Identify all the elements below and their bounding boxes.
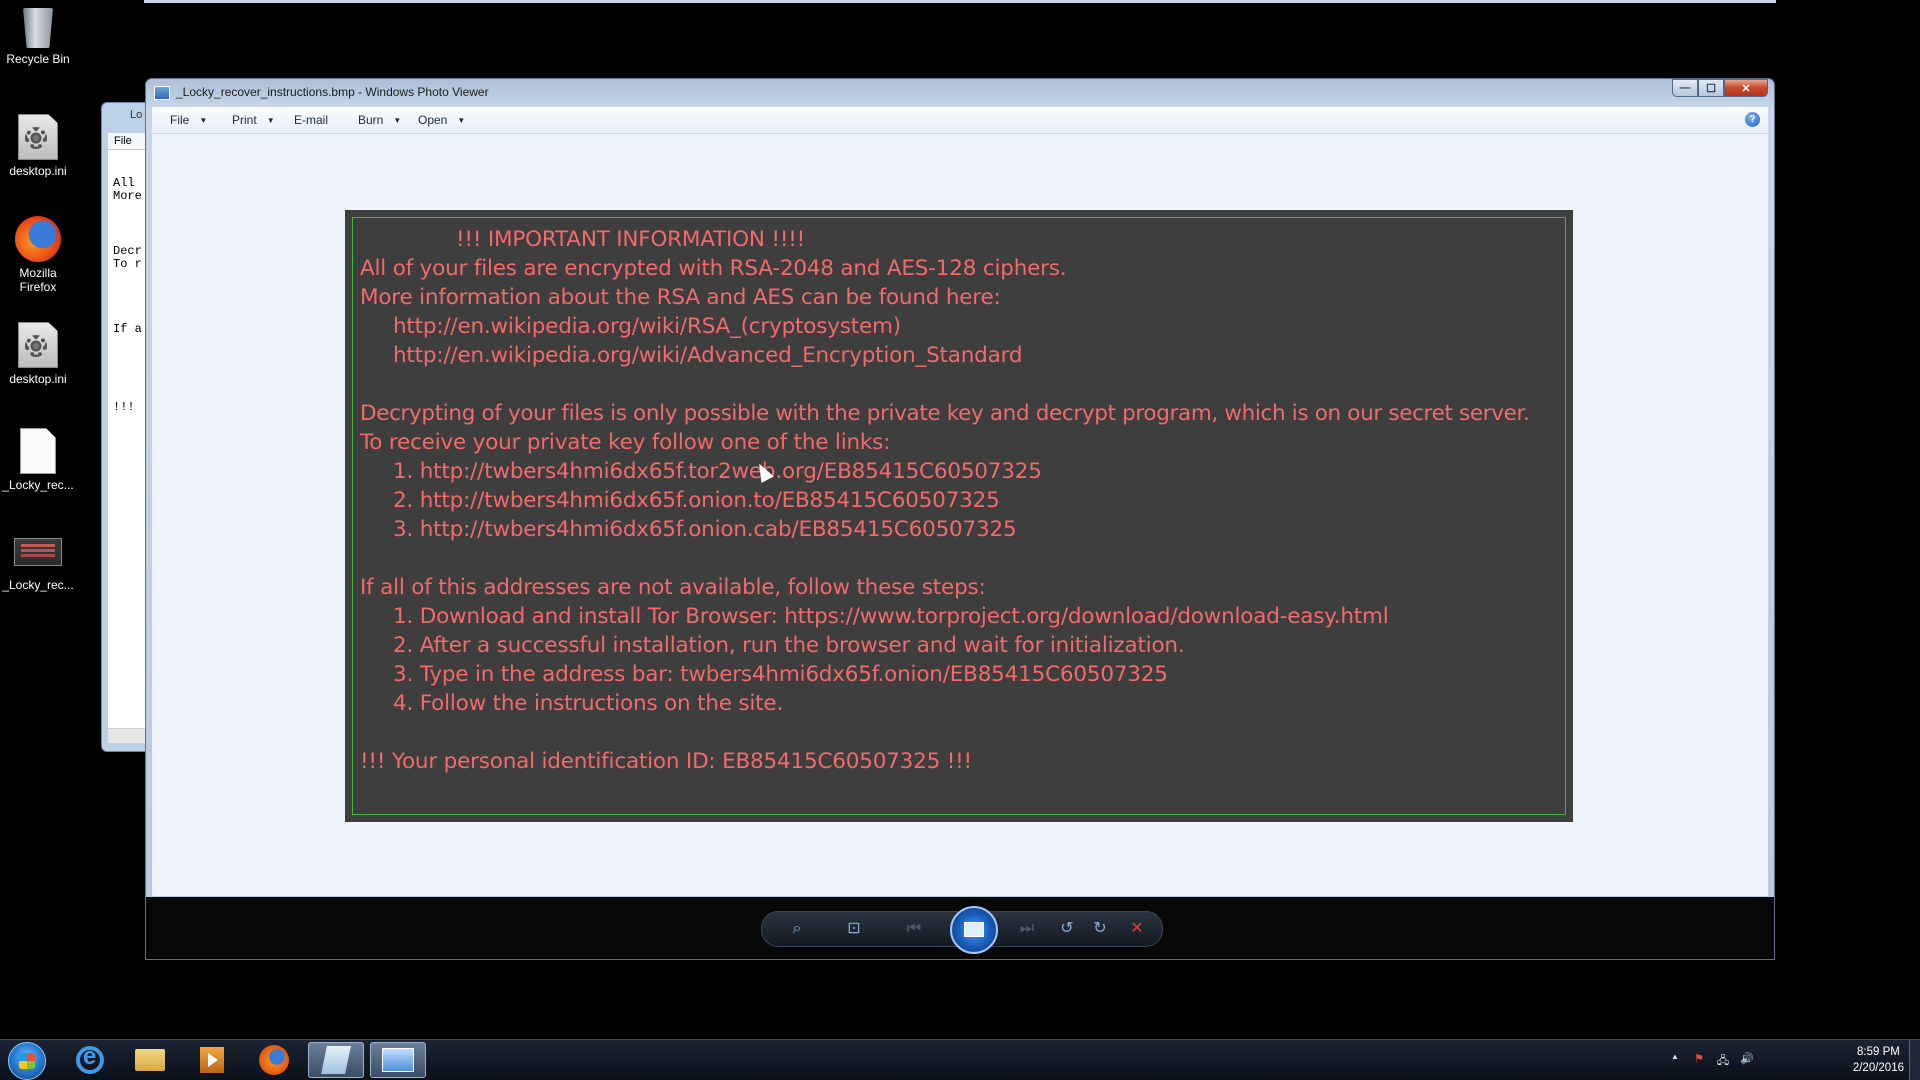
caption-buttons: — ☐ ✕ bbox=[1672, 79, 1768, 97]
menu-open-label: Open bbox=[418, 113, 448, 127]
previous-icon[interactable]: ⏮ bbox=[894, 920, 934, 938]
slideshow-button[interactable] bbox=[950, 906, 998, 954]
viewer-controls: ⌕ ⊡ ⏮ ⏭ ↺ ↻ ✕ bbox=[761, 906, 1163, 954]
settings-file-icon bbox=[18, 114, 58, 160]
minimize-button[interactable]: — bbox=[1672, 79, 1698, 97]
text-file-icon bbox=[20, 428, 56, 474]
ransom-footer-id: !!! Your personal identification ID: EB8… bbox=[360, 749, 972, 774]
desktop-icon-label: desktop.ini bbox=[9, 164, 67, 178]
ransom-step: 2. After a successful installation, run … bbox=[393, 633, 1185, 658]
ransom-text-line: More information about the RSA and AES c… bbox=[360, 285, 1001, 310]
maximize-button[interactable]: ☐ bbox=[1698, 79, 1724, 97]
ransom-link: 3. http://twbers4hmi6dx65f.onion.cab/EB8… bbox=[393, 517, 1017, 542]
notepad-line: To r bbox=[113, 257, 142, 271]
chevron-down-icon: ▼ bbox=[199, 116, 208, 125]
desktop-icon-label: _Locky_rec... bbox=[2, 578, 74, 592]
ransom-link: 1. http://twbers4hmi6dx65f.tor2web.org/E… bbox=[393, 459, 1042, 484]
ransom-step: 4. Follow the instructions on the site. bbox=[393, 691, 784, 716]
chevron-down-icon: ▼ bbox=[393, 116, 402, 125]
notepad-line: More bbox=[113, 189, 142, 203]
firefox-icon bbox=[15, 216, 61, 262]
recycle-bin-icon bbox=[23, 8, 53, 48]
window-title: _Locky_recover_instructions.bmp - Window… bbox=[176, 85, 489, 99]
notepad-icon bbox=[321, 1046, 351, 1074]
chevron-down-icon: ▼ bbox=[266, 116, 275, 125]
action-center-flag-icon[interactable]: ⚑ bbox=[1692, 1052, 1706, 1066]
folder-icon bbox=[135, 1049, 165, 1071]
ransom-link: http://en.wikipedia.org/wiki/Advanced_En… bbox=[393, 343, 1023, 368]
show-hidden-icons-icon[interactable]: ▲ bbox=[1668, 1052, 1682, 1066]
menu-email[interactable]: E-mail bbox=[294, 113, 328, 127]
desktop-icon-recycle-bin[interactable]: Recycle Bin bbox=[0, 8, 76, 66]
clock-date: 2/20/2016 bbox=[1852, 1062, 1904, 1074]
notepad-line: !!! bbox=[113, 400, 135, 414]
zoom-icon[interactable]: ⌕ bbox=[782, 920, 812, 938]
desktop-icon-label: Recycle Bin bbox=[6, 52, 70, 66]
taskbar: ▲ ⚑ 🖧 🔊 8:59 PM 2/20/2016 bbox=[0, 1039, 1920, 1080]
image-file-icon bbox=[14, 538, 62, 566]
desktop-icon-label: desktop.ini bbox=[9, 372, 67, 386]
menu-email-label: E-mail bbox=[294, 113, 329, 127]
ransom-heading: !!! IMPORTANT INFORMATION !!!! bbox=[456, 227, 806, 252]
system-tray: ▲ ⚑ 🖧 🔊 8:59 PM 2/20/2016 bbox=[1660, 1040, 1920, 1080]
menu-bar: File ▼ Print ▼ E-mail Burn ▼ Open ▼ ? bbox=[152, 107, 1768, 134]
ransom-text-line: Decrypting of your files is only possibl… bbox=[360, 401, 1530, 426]
ransom-text-line: All of your files are encrypted with RSA… bbox=[360, 256, 1067, 281]
ransom-link: http://en.wikipedia.org/wiki/RSA_(crypto… bbox=[393, 314, 901, 339]
ransom-text-line: If all of this addresses are not availab… bbox=[360, 575, 986, 600]
taskbar-notepad[interactable] bbox=[308, 1042, 364, 1078]
menu-file-label: File bbox=[170, 113, 190, 127]
taskbar-internet-explorer[interactable] bbox=[62, 1042, 118, 1078]
taskbar-file-explorer[interactable] bbox=[122, 1042, 178, 1078]
close-button[interactable]: ✕ bbox=[1724, 79, 1768, 97]
next-icon[interactable]: ⏭ bbox=[1007, 920, 1047, 938]
menu-burn[interactable]: Burn ▼ bbox=[358, 113, 401, 127]
chevron-down-icon: ▼ bbox=[457, 116, 466, 125]
background-window-edge bbox=[144, 0, 1776, 3]
photo-viewer-icon bbox=[382, 1048, 414, 1072]
desktop-icon-firefox[interactable]: Mozilla Firefox bbox=[0, 216, 76, 294]
desktop-icon-locky-bmp[interactable]: _Locky_rec... bbox=[0, 538, 76, 592]
ransom-link: 2. http://twbers4hmi6dx65f.onion.to/EB85… bbox=[393, 488, 1000, 513]
ransom-text-line: To receive your private key follow one o… bbox=[360, 430, 891, 455]
taskbar-media-player[interactable] bbox=[184, 1042, 240, 1078]
clock-time: 8:59 PM bbox=[1857, 1046, 1900, 1058]
ransom-step: 3. Type in the address bar: twbers4hmi6d… bbox=[393, 662, 1168, 687]
settings-file-icon bbox=[18, 322, 58, 368]
firefox-icon bbox=[259, 1045, 289, 1075]
notepad-line: If a bbox=[113, 322, 142, 336]
notepad-line: Decr bbox=[113, 244, 142, 258]
start-button[interactable] bbox=[8, 1042, 46, 1080]
rotate-counterclockwise-icon[interactable]: ↺ bbox=[1057, 920, 1077, 938]
clock[interactable]: 8:59 PM 2/20/2016 bbox=[1853, 1044, 1904, 1076]
desktop-icon-desktop-ini[interactable]: desktop.ini bbox=[0, 114, 76, 178]
ransom-note-image: !!! IMPORTANT INFORMATION !!!! All of yo… bbox=[345, 210, 1573, 822]
taskbar-firefox[interactable] bbox=[246, 1042, 302, 1078]
rotate-clockwise-icon[interactable]: ↻ bbox=[1090, 920, 1110, 938]
viewer-toolbar: ⌕ ⊡ ⏮ ⏭ ↺ ↻ ✕ bbox=[146, 897, 1774, 959]
ransom-step: 1. Download and install Tor Browser: htt… bbox=[393, 604, 1389, 629]
menu-print[interactable]: Print ▼ bbox=[232, 113, 275, 127]
menu-burn-label: Burn bbox=[358, 113, 384, 127]
desktop-icon-label: Mozilla Firefox bbox=[19, 266, 57, 294]
menu-file[interactable]: File ▼ bbox=[170, 113, 207, 127]
delete-icon[interactable]: ✕ bbox=[1127, 920, 1147, 938]
fit-to-window-icon[interactable]: ⊡ bbox=[844, 920, 864, 938]
menu-print-label: Print bbox=[232, 113, 257, 127]
volume-icon[interactable]: 🔊 bbox=[1740, 1052, 1754, 1066]
help-icon[interactable]: ? bbox=[1745, 112, 1760, 127]
notepad-line: All bbox=[113, 176, 135, 190]
photo-viewer-app-icon bbox=[154, 86, 170, 100]
menu-open[interactable]: Open ▼ bbox=[418, 113, 465, 127]
taskbar-photo-viewer[interactable] bbox=[370, 1042, 426, 1078]
desktop-icon-locky-txt[interactable]: _Locky_rec... bbox=[0, 428, 76, 492]
desktop-icon-label: _Locky_rec... bbox=[2, 478, 74, 492]
internet-explorer-icon bbox=[76, 1043, 104, 1074]
desktop-icon-desktop-ini-2[interactable]: desktop.ini bbox=[0, 322, 76, 386]
notepad-title: Lo bbox=[130, 109, 143, 121]
media-player-icon bbox=[200, 1047, 224, 1073]
network-icon[interactable]: 🖧 bbox=[1716, 1052, 1730, 1067]
show-desktop-button[interactable] bbox=[1909, 1040, 1920, 1080]
